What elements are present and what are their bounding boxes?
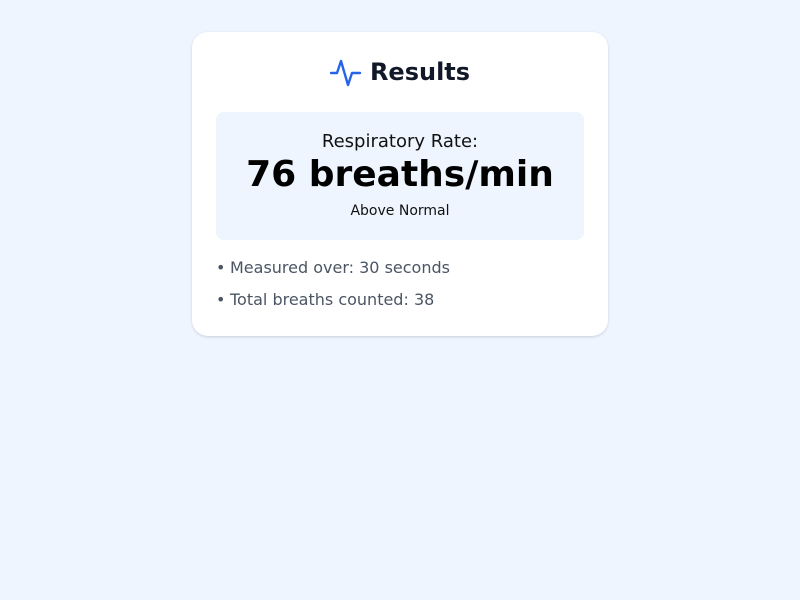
detail-text: Total breaths counted: 38 <box>230 290 435 309</box>
detail-item-duration: • Measured over: 30 seconds <box>216 256 584 280</box>
result-label: Respiratory Rate: <box>321 131 479 152</box>
results-card: Results Respiratory Rate: 76 breaths/min… <box>192 32 608 336</box>
measurement-details: • Measured over: 30 seconds • Total breath… <box>216 256 584 320</box>
page-title: Results <box>369 58 471 86</box>
bullet: • <box>216 290 226 309</box>
detail-text: Measured over: 30 seconds <box>230 258 450 277</box>
bullet: • <box>216 258 226 277</box>
activity-pulse-icon <box>329 56 362 88</box>
respiratory-rate-panel: Respiratory Rate: 76 breaths/min Above N… <box>216 112 584 240</box>
results-header: Results <box>192 56 608 88</box>
detail-item-breath-count: • Total breaths counted: 38 <box>216 288 584 312</box>
result-status: Above Normal <box>350 203 450 219</box>
result-value: 76 breaths/min <box>246 154 554 195</box>
